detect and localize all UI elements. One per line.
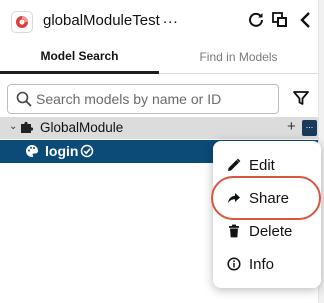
- panel-header: globalModuleTest ...: [0, 0, 318, 40]
- pencil-icon: [228, 158, 241, 171]
- menu-item-delete[interactable]: Delete: [213, 216, 321, 246]
- module-label: GlobalModule: [40, 120, 124, 135]
- login-label: login: [45, 143, 79, 159]
- copy-icon[interactable]: [270, 10, 290, 30]
- chevron-left-icon[interactable]: [296, 10, 316, 30]
- menu-item-edit-label: Edit: [249, 156, 275, 174]
- palette-icon: [26, 145, 38, 157]
- module-title: globalModuleTest: [43, 12, 160, 29]
- menu-item-delete-label: Delete: [249, 222, 293, 240]
- title-more-button[interactable]: ...: [163, 10, 179, 27]
- filter-icon[interactable]: [291, 88, 311, 108]
- context-menu: Edit Share Delete Info: [213, 141, 321, 288]
- module-more-button[interactable]: ...: [302, 120, 317, 136]
- menu-item-info[interactable]: Info: [213, 249, 321, 279]
- chevron-down-icon[interactable]: ⌄: [9, 121, 17, 132]
- refresh-icon[interactable]: [246, 10, 266, 30]
- menu-item-edit[interactable]: Edit: [213, 150, 321, 180]
- search-input[interactable]: [36, 89, 272, 109]
- search-icon: [16, 91, 32, 107]
- trash-icon: [229, 224, 239, 238]
- menu-item-info-label: Info: [249, 255, 275, 273]
- tree-row-globalmodule[interactable]: ⌄ GlobalModule + ...: [0, 117, 318, 139]
- app-logo-icon: [11, 11, 33, 33]
- info-icon: [227, 257, 241, 271]
- add-item-button[interactable]: +: [287, 118, 296, 135]
- panel-tabs: Model Search Find in Models: [0, 40, 318, 74]
- tab-model-search[interactable]: Model Search: [0, 40, 159, 74]
- menu-item-share-label: Share: [249, 189, 290, 207]
- check-circle-icon: [80, 144, 94, 158]
- share-arrow-icon: [228, 193, 240, 203]
- tab-find-in-models[interactable]: Find in Models: [159, 40, 318, 74]
- puzzle-icon: [21, 121, 34, 133]
- search-box: [7, 84, 279, 114]
- menu-item-share[interactable]: Share: [213, 183, 321, 213]
